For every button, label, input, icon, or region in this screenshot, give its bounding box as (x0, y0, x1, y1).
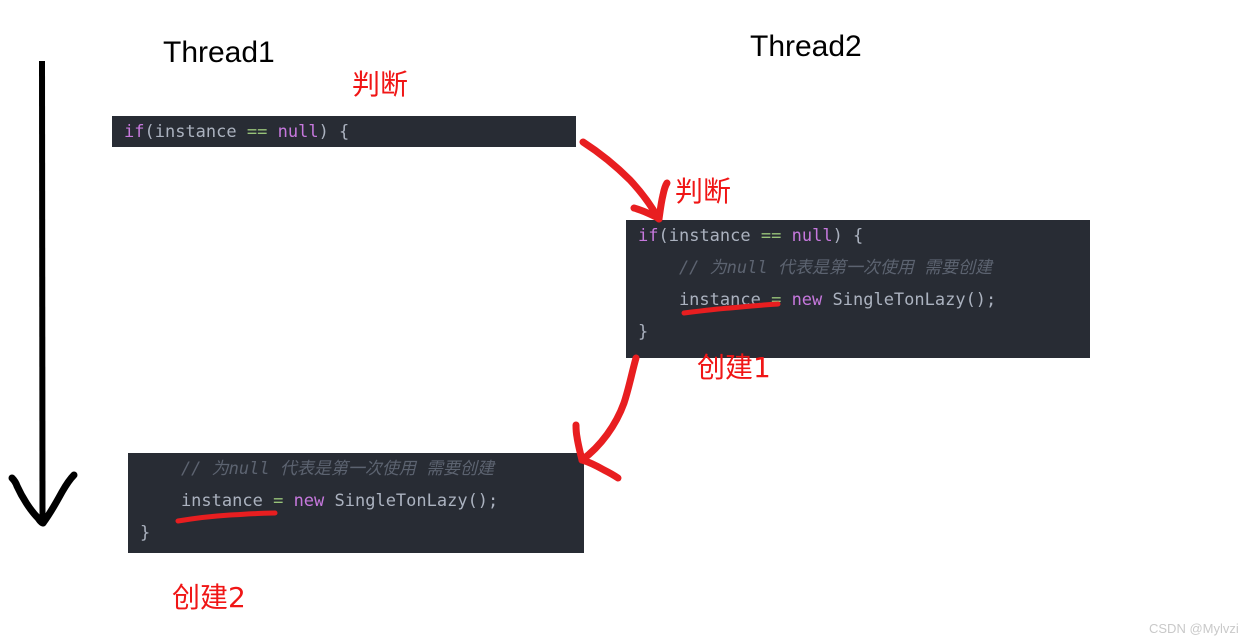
code-line: } (638, 322, 649, 342)
code-line: if(instance == null) { (124, 122, 350, 142)
csdn-watermark: CSDN @Mylvzi (1149, 621, 1239, 636)
code-block-thread2-check-create: if(instance == null) { // 为null 代表是第一次使用… (626, 220, 1090, 358)
code-block-thread1-check: if(instance == null) { (112, 116, 576, 147)
down-arrow-icon (8, 60, 78, 527)
thread1-title: Thread1 (163, 36, 275, 69)
annotation-create-1: 创建1 (697, 351, 771, 384)
annotation-create-2: 创建2 (172, 581, 246, 614)
code-line: // 为null 代表是第一次使用 需要创建 (140, 459, 495, 479)
curved-arrow-icon (572, 354, 640, 482)
code-line: // 为null 代表是第一次使用 需要创建 (638, 258, 993, 278)
code-block-thread1-create: // 为null 代表是第一次使用 需要创建 instance = new Si… (128, 453, 584, 553)
code-line: } (140, 523, 151, 543)
annotation-check-thread1: 判断 (352, 68, 409, 101)
curved-arrow-icon (579, 138, 671, 223)
code-line: instance = new SingleTonLazy(); (140, 491, 499, 511)
code-line: if(instance == null) { (638, 226, 864, 246)
thread2-title: Thread2 (750, 30, 862, 63)
diagram-canvas: Thread1 Thread2 if(instance == null) { i… (0, 0, 1254, 643)
annotation-check-thread2: 判断 (675, 175, 732, 208)
code-line: instance = new SingleTonLazy(); (638, 290, 997, 310)
